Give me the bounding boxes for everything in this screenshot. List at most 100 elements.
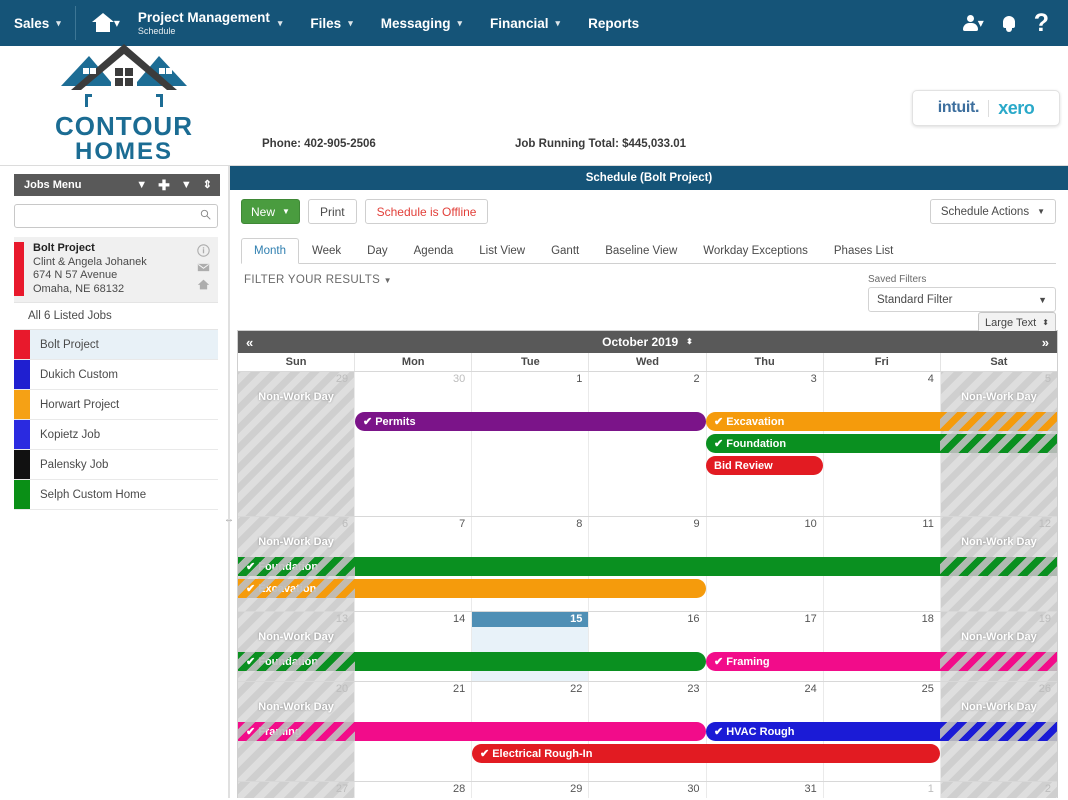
plus-icon[interactable]: ✚ xyxy=(158,178,170,192)
nav-item-pm-caret[interactable]: ▾ xyxy=(276,0,297,46)
user-icon xyxy=(962,15,978,31)
calendar-event[interactable]: ✔ HVAC Rough xyxy=(706,722,1057,741)
main-content: Jobs Menu ▼ ✚ ▼ ⇕ Bolt Project Clint & A… xyxy=(0,166,1068,798)
job-list-item[interactable]: Dukich Custom xyxy=(14,360,218,390)
chevron-down-icon[interactable]: ▼ xyxy=(136,179,147,191)
calendar-day-cell[interactable]: 30 xyxy=(355,372,473,516)
nav-item-label: Reports xyxy=(588,15,640,31)
month-stepper-icon[interactable]: ⬍ xyxy=(686,338,693,346)
phone-number: Phone: 402-905-2506 xyxy=(262,138,376,150)
jobs-sidebar: Jobs Menu ▼ ✚ ▼ ⇕ Bolt Project Clint & A… xyxy=(0,166,234,798)
calendar: « October 2019 ⬍ » Sun Mon Tue Wed Thu Fri Sat… xyxy=(237,330,1058,798)
job-list-item[interactable]: Horwart Project xyxy=(14,390,218,420)
nav-item-files[interactable]: Files ▾ xyxy=(296,0,366,46)
tab-day[interactable]: Day xyxy=(354,238,400,264)
day-number: 24 xyxy=(804,683,817,695)
notifications-button[interactable] xyxy=(995,15,1023,32)
calendar-event[interactable]: ✔ Permits xyxy=(355,412,706,431)
tab-phases-list[interactable]: Phases List xyxy=(821,238,906,264)
calendar-day-cell[interactable]: 27Non-Work Day xyxy=(238,782,356,798)
schedule-actions-button[interactable]: Schedule Actions ▼ xyxy=(929,199,1056,224)
calendar-event-label: Foundation xyxy=(726,437,787,450)
job-list-item[interactable]: Palensky Job xyxy=(14,450,218,480)
job-list-item[interactable]: Kopietz Job xyxy=(14,420,218,450)
new-button-label: New xyxy=(251,204,276,219)
text-size-value: Large Text xyxy=(985,316,1037,329)
prev-month-button[interactable]: « xyxy=(246,335,253,350)
calendar-event[interactable]: Bid Review xyxy=(706,456,823,475)
nav-item-reports[interactable]: Reports xyxy=(574,0,653,46)
sidebar-resize-handle[interactable]: ↔ xyxy=(224,514,234,525)
day-number: 4 xyxy=(927,373,934,385)
tab-list-view[interactable]: List View xyxy=(466,238,538,264)
calendar-event[interactable]: ✔ Electrical Rough-In xyxy=(472,744,940,763)
tab-agenda[interactable]: Agenda xyxy=(401,238,467,264)
job-list-item[interactable]: Bolt Project xyxy=(14,330,218,360)
tab-workday-exceptions[interactable]: Workday Exceptions xyxy=(690,238,821,264)
calendar-event-label: Bid Review xyxy=(714,459,773,472)
new-button[interactable]: New ▼ xyxy=(241,199,300,224)
schedule-offline-button[interactable]: Schedule is Offline xyxy=(364,199,489,224)
tab-baseline-view[interactable]: Baseline View xyxy=(592,238,690,264)
tab-week[interactable]: Week xyxy=(299,238,354,264)
info-icon[interactable] xyxy=(196,244,210,257)
calendar-day-cell[interactable]: 1 xyxy=(472,372,590,516)
calendar-day-cell[interactable]: 29 Non-Work Day xyxy=(238,372,356,516)
job-color-swatch xyxy=(14,390,30,419)
job-list-item[interactable]: Selph Custom Home xyxy=(14,480,218,510)
all-jobs-link[interactable]: All 6 Listed Jobs xyxy=(14,303,218,330)
help-button[interactable]: ? xyxy=(1027,8,1056,37)
calendar-day-cell[interactable]: 2Non-Work Day xyxy=(940,782,1057,798)
non-work-day-label: Non-Work Day xyxy=(258,536,334,548)
sort-icon[interactable]: ⇕ xyxy=(203,179,212,191)
saved-filters-select[interactable]: Standard Filter ▼ xyxy=(868,287,1056,312)
chevron-down-icon: ▾ xyxy=(457,17,463,28)
calendar-week: 6 Non-Work Day 7 8 9 10 11 12 Non-Work Day ✔ Found… xyxy=(238,517,1057,612)
calendar-day-cell[interactable]: 29 xyxy=(472,782,590,798)
nav-item-financial[interactable]: Financial ▾ xyxy=(476,0,574,46)
calendar-day-cell[interactable]: 1 xyxy=(824,782,941,798)
filter-icon[interactable]: ▼ xyxy=(181,179,192,191)
calendar-weeks: 29 Non-Work Day 30 1 2 3 4 5 Non-Work Day ✔ Permit… xyxy=(238,372,1057,798)
brand-header: CONTOUR HOMES Phone: 402-905-2506 Job Ru… xyxy=(0,44,1068,166)
non-work-hatch xyxy=(940,722,1057,741)
calendar-day-cell[interactable]: 30 xyxy=(589,782,707,798)
calendar-day-cell[interactable]: 28 xyxy=(355,782,473,798)
user-menu-button[interactable]: ▾ xyxy=(956,15,991,31)
check-icon: ✔ xyxy=(363,416,373,428)
calendar-event-label: HVAC Rough xyxy=(726,725,795,738)
nav-item-label: Messaging xyxy=(380,15,451,31)
calendar-event[interactable]: ✔ Foundation xyxy=(238,557,1057,576)
calendar-event[interactable]: ✔ Framing xyxy=(238,722,706,741)
calendar-navigation: « October 2019 ⬍ » xyxy=(238,331,1057,353)
current-job-card[interactable]: Bolt Project Clint & Angela Johanek 674 … xyxy=(14,237,218,303)
non-work-day-label: Non-Work Day xyxy=(961,391,1037,403)
tab-month[interactable]: Month xyxy=(241,238,299,264)
nav-item-messaging[interactable]: Messaging ▾ xyxy=(367,0,476,46)
envelope-icon[interactable] xyxy=(197,261,210,274)
day-number: 13 xyxy=(335,613,349,625)
day-number: 12 xyxy=(1038,518,1051,530)
text-size-select[interactable]: Large Text ⬍ xyxy=(978,312,1056,333)
calendar-event[interactable]: ✔ Foundation xyxy=(706,434,1057,453)
schedule-offline-label: Schedule is Offline xyxy=(376,204,477,219)
filter-your-results-toggle[interactable]: FILTER YOUR RESULTS ▼ xyxy=(244,274,392,324)
day-number: 25 xyxy=(921,683,934,695)
calendar-event[interactable]: ✔ Framing xyxy=(706,652,1057,671)
next-month-button[interactable]: » xyxy=(1042,335,1049,350)
calendar-day-cell[interactable]: 2 xyxy=(589,372,707,516)
question-mark-icon: ? xyxy=(1033,8,1049,37)
calendar-event[interactable]: ✔ Foundation xyxy=(238,652,706,671)
tab-gantt[interactable]: Gantt xyxy=(538,238,592,264)
print-button[interactable]: Print xyxy=(307,199,357,224)
calendar-event[interactable]: ✔ Excavation xyxy=(238,579,706,598)
company-logo: CONTOUR HOMES xyxy=(44,40,204,165)
job-list-item-label: Palensky Job xyxy=(40,458,109,471)
saved-filters-label: Saved Filters xyxy=(868,274,927,285)
search-input[interactable] xyxy=(14,204,218,228)
non-work-day-label: Non-Work Day xyxy=(258,631,334,643)
calendar-event[interactable]: ✔ Excavation xyxy=(706,412,1057,431)
calendar-day-cell[interactable]: 31 xyxy=(707,782,824,798)
home-icon[interactable] xyxy=(197,278,210,291)
job-list-item-label: Kopietz Job xyxy=(40,428,101,441)
